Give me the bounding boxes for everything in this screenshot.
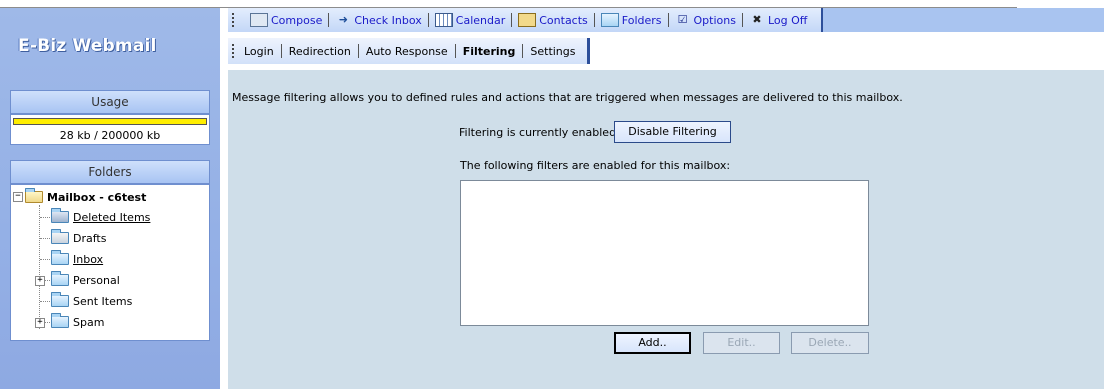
checkbox-icon: ☑ <box>677 13 688 26</box>
toolbar-check-inbox-label: Check Inbox <box>354 13 422 27</box>
folder-item-inbox[interactable]: Inbox <box>51 249 103 269</box>
tab-settings[interactable]: Settings <box>523 45 582 58</box>
main-toolbar: Compose ➜ Check Inbox Calendar Contacts … <box>228 8 824 32</box>
folders-heading: Folders <box>10 160 210 184</box>
subtabs-grip-icon <box>232 44 240 58</box>
calendar-icon <box>434 13 453 27</box>
toolbar-log-off-label: Log Off <box>767 13 808 27</box>
toolbar-check-inbox[interactable]: ➜ Check Inbox <box>329 14 427 27</box>
tab-login[interactable]: Login <box>244 45 281 58</box>
arrow-icon: ➜ <box>338 13 348 26</box>
usage-progress-fill <box>14 119 206 124</box>
filters-list[interactable] <box>460 180 869 326</box>
drafts-folder-icon <box>51 229 69 244</box>
contacts-book-icon <box>518 13 537 27</box>
sidebar: E-Biz Webmail Usage 28 kb / 200000 kb Fo… <box>0 8 220 389</box>
usage-heading: Usage <box>10 90 210 114</box>
toolbar-compose-label: Compose <box>271 13 323 27</box>
folder-icon <box>51 271 69 286</box>
folder-item-spam[interactable]: Spam <box>51 312 104 332</box>
tree-line <box>40 259 50 260</box>
filtering-status: Filtering is currently enabled <box>459 126 617 139</box>
open-folder-icon <box>25 188 43 203</box>
tree-line <box>40 238 50 239</box>
toolbar-options-label: Options <box>693 13 736 27</box>
usage-panel: 28 kb / 200000 kb <box>10 114 210 145</box>
filtering-description: Message filtering allows you to defined … <box>232 91 903 104</box>
add-filter-button[interactable]: Add.. <box>614 332 691 354</box>
toolbar-calendar-label: Calendar <box>455 13 506 27</box>
log-off-icon: ✖ <box>752 13 762 26</box>
filtering-panel: Message filtering allows you to defined … <box>228 70 1104 389</box>
tree-root[interactable]: − Mailbox - c6test <box>13 187 146 207</box>
edit-filter-button[interactable]: Edit.. <box>703 332 780 354</box>
folder-item-label[interactable]: Inbox <box>73 253 103 266</box>
toolbar-options[interactable]: ☑ Options <box>669 14 742 27</box>
folder-tree: − Mailbox - c6test Deleted Items Drafts … <box>10 184 210 341</box>
toolbar-folders[interactable]: Folders <box>595 13 668 27</box>
folder-item-sent-items[interactable]: Sent Items <box>51 291 132 311</box>
toolbar-contacts-label: Contacts <box>539 13 588 27</box>
toolbar-folders-label: Folders <box>621 13 662 27</box>
compose-icon <box>250 13 268 27</box>
toolbar-grip-icon <box>232 13 240 27</box>
options-subtabs: Login Redirection Auto Response Filterin… <box>228 38 590 64</box>
toolbar-contacts[interactable]: Contacts <box>512 13 594 27</box>
toolbar-compose[interactable]: Compose <box>244 13 328 27</box>
usage-text: 28 kb / 200000 kb <box>59 129 161 142</box>
folder-icon <box>51 313 69 328</box>
tab-filtering[interactable]: Filtering <box>456 45 523 58</box>
folder-item-label[interactable]: Personal <box>73 274 120 287</box>
app-logo: E-Biz Webmail <box>18 36 157 56</box>
toolbar-log-off[interactable]: ✖ Log Off <box>743 14 813 27</box>
folder-item-personal[interactable]: Personal <box>51 270 120 290</box>
folder-item-label[interactable]: Deleted Items <box>73 211 150 224</box>
tree-line <box>40 301 50 302</box>
tree-root-label: Mailbox - c6test <box>47 190 147 204</box>
disable-filtering-button[interactable]: Disable Filtering <box>614 121 731 143</box>
tree-line <box>39 205 40 329</box>
tab-auto-response[interactable]: Auto Response <box>359 45 455 58</box>
expand-icon[interactable]: + <box>35 318 45 328</box>
filters-list-label: The following filters are enabled for th… <box>460 159 731 172</box>
folder-item-deleted-items[interactable]: Deleted Items <box>51 207 150 227</box>
toolbar-calendar[interactable]: Calendar <box>429 13 511 27</box>
usage-progress-bar <box>13 118 207 125</box>
folder-item-label[interactable]: Spam <box>73 316 104 329</box>
folder-icon <box>51 250 69 265</box>
tree-line <box>40 217 50 218</box>
folder-icon <box>51 292 69 307</box>
collapse-icon[interactable]: − <box>13 192 23 202</box>
deleted-items-folder-icon <box>51 208 69 223</box>
tab-redirection[interactable]: Redirection <box>282 45 358 58</box>
expand-icon[interactable]: + <box>35 276 45 286</box>
folder-item-drafts[interactable]: Drafts <box>51 228 106 248</box>
folder-item-label[interactable]: Sent Items <box>73 295 132 308</box>
folder-icon <box>600 13 619 27</box>
folder-item-label[interactable]: Drafts <box>73 232 106 245</box>
delete-filter-button[interactable]: Delete.. <box>791 332 869 354</box>
